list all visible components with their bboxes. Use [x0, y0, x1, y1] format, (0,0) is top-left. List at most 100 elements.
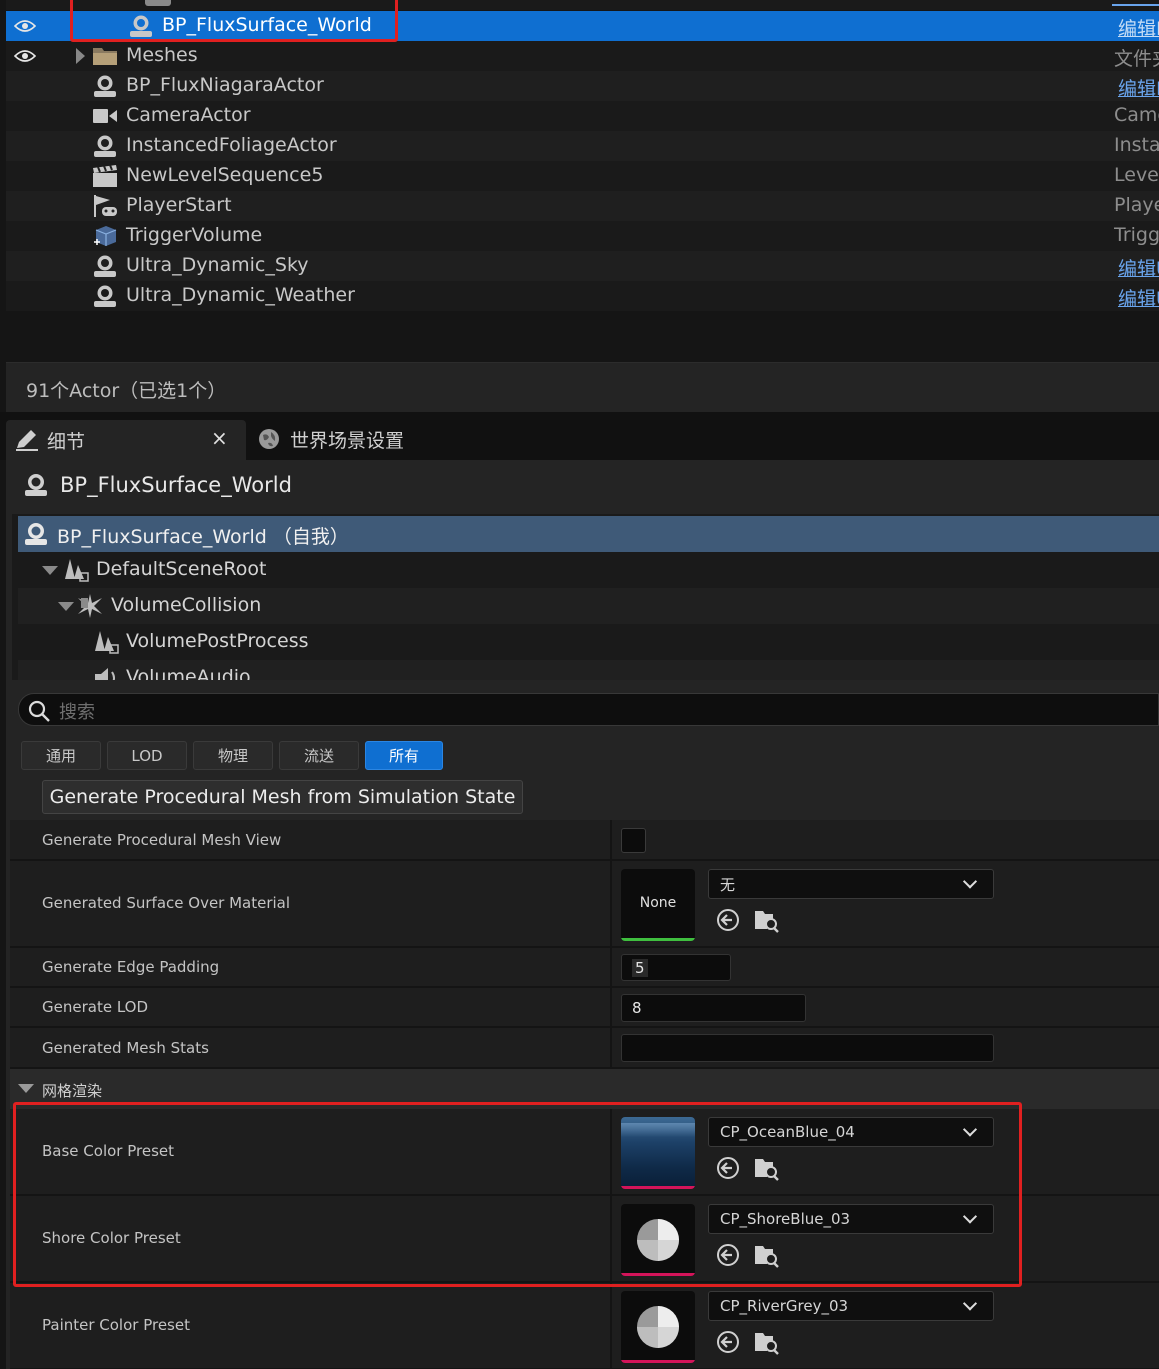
component-row-volumeaudio[interactable]: VolumeAudio	[18, 660, 1159, 680]
collision-icon	[78, 594, 102, 618]
component-label: DefaultSceneRoot	[96, 558, 267, 580]
browse-asset-icon[interactable]	[753, 1242, 779, 1268]
globe-icon	[259, 429, 279, 449]
browse-asset-icon[interactable]	[753, 1329, 779, 1355]
outliner-row-type: TriggerVolume	[1114, 224, 1159, 246]
outliner-row-type: 文件夹	[1114, 48, 1159, 70]
chevron-down-icon	[962, 874, 978, 889]
component-row-defaultsceneroot[interactable]: DefaultSceneRoot	[18, 552, 1159, 588]
asset-type-bar	[621, 1273, 695, 1276]
outliner-row-partial	[6, 0, 1159, 10]
prop-row-lod: Generate LOD 8	[10, 988, 1159, 1028]
section-header-mesh-rendering[interactable]: 网格渲染	[10, 1069, 1159, 1109]
preset-thumbnail[interactable]	[621, 1291, 695, 1363]
prop-row-color-preset: Shore Color Preset CP_ShoreBlue_03	[10, 1196, 1159, 1283]
outliner-row-type[interactable]: 编辑U	[1118, 254, 1159, 281]
search-placeholder: 搜索	[59, 702, 95, 723]
material-type-bar	[621, 938, 695, 941]
tab-world-settings[interactable]: 世界场景设置	[250, 420, 450, 460]
column-divider	[610, 948, 612, 986]
prop-label: Generate Procedural Mesh View	[42, 831, 282, 849]
use-selected-arrow-icon[interactable]	[715, 907, 741, 933]
tab-details[interactable]: 细节 ×	[6, 420, 246, 460]
column-divider	[610, 1109, 612, 1194]
scene-root-icon	[95, 631, 119, 654]
collapse-arrow-icon	[18, 1084, 34, 1093]
component-label: VolumePostProcess	[126, 630, 309, 652]
actor-icon	[92, 283, 118, 309]
mesh-view-checkbox[interactable]	[621, 828, 646, 853]
preset-dropdown-value: CP_RiverGrey_03	[720, 1297, 849, 1315]
column-divider	[610, 820, 612, 859]
mesh-stats-field[interactable]	[621, 1034, 994, 1062]
prop-label: Generate Edge Padding	[42, 958, 220, 976]
outliner-row-label: Meshes	[126, 44, 198, 66]
prop-label: Base Color Preset	[42, 1142, 174, 1160]
use-selected-arrow-icon[interactable]	[715, 1155, 741, 1181]
outliner-row-type: InstancedFoliageActor	[1114, 134, 1159, 156]
outliner-row[interactable]: NewLevelSequence5 LevelSequenceActor	[6, 161, 1159, 191]
outliner-row-label: TriggerVolume	[126, 224, 263, 246]
outliner-row[interactable]: BP_FluxNiagaraActor 编辑B	[6, 71, 1159, 101]
filter-general[interactable]: 通用	[21, 741, 101, 770]
component-row-self[interactable]: BP_FluxSurface_World （自我）	[18, 516, 1159, 552]
outliner-row-type: PlayerStart	[1114, 194, 1159, 216]
prop-row-surface-material: Generated Surface Over Material None 无	[10, 861, 1159, 948]
preset-dropdown[interactable]: CP_RiverGrey_03	[708, 1291, 994, 1321]
browse-asset-icon[interactable]	[753, 907, 779, 933]
column-divider	[610, 861, 612, 946]
outliner-row-label: PlayerStart	[126, 194, 232, 216]
outliner-row-type[interactable]: 编辑B	[1118, 14, 1159, 41]
outliner-row[interactable]: Ultra_Dynamic_Sky 编辑U	[6, 251, 1159, 281]
prop-label: Generate LOD	[42, 998, 149, 1016]
browse-asset-icon[interactable]	[753, 1155, 779, 1181]
material-dropdown-value: 无	[720, 875, 736, 894]
edge-padding-value: 5	[632, 958, 648, 977]
component-row-volumecollision[interactable]: VolumeCollision	[18, 588, 1159, 624]
actor-count-status: 91个Actor（已选1个）	[26, 380, 227, 402]
outliner-row[interactable]: Ultra_Dynamic_Weather 编辑U	[6, 281, 1159, 311]
outliner-row[interactable]: TriggerVolume TriggerVolume	[6, 221, 1159, 251]
expand-arrow-icon[interactable]	[76, 48, 85, 64]
tab-details-label: 细节	[47, 431, 86, 453]
close-icon[interactable]: ×	[211, 426, 228, 450]
filter-label: 流送	[303, 747, 334, 765]
visibility-eye-icon[interactable]	[14, 19, 36, 33]
visibility-eye-icon[interactable]	[14, 49, 36, 63]
component-label: VolumeCollision	[111, 594, 262, 616]
outliner-row[interactable]: CameraActor CameraActor	[6, 101, 1159, 131]
generate-mesh-button[interactable]: Generate Procedural Mesh from Simulation…	[42, 780, 523, 814]
search-box[interactable]: 搜索	[18, 693, 1159, 726]
pencil-icon	[16, 430, 38, 451]
preset-thumbnail[interactable]	[621, 1204, 695, 1276]
collapse-arrow-icon[interactable]	[58, 602, 74, 611]
use-selected-arrow-icon[interactable]	[715, 1242, 741, 1268]
prop-row-edge-padding: Generate Edge Padding 5	[10, 948, 1159, 988]
collapse-arrow-icon[interactable]	[42, 566, 58, 575]
outliner-row[interactable]: BP_FluxSurface_World 编辑B	[6, 11, 1159, 41]
outliner-row[interactable]: InstancedFoliageActor InstancedFoliageAct…	[6, 131, 1159, 161]
outliner-row[interactable]: PlayerStart PlayerStart	[6, 191, 1159, 221]
preset-thumbnail[interactable]	[621, 1117, 695, 1189]
edge-padding-input[interactable]: 5	[621, 954, 731, 981]
component-row-volumepostprocess[interactable]: VolumePostProcess	[18, 624, 1159, 660]
use-selected-arrow-icon[interactable]	[715, 1329, 741, 1355]
lod-input[interactable]: 8	[621, 994, 806, 1022]
preset-dropdown[interactable]: CP_ShoreBlue_03	[708, 1204, 994, 1234]
actor-icon	[92, 133, 118, 159]
outliner-row[interactable]: Meshes 文件夹	[6, 41, 1159, 71]
filter-streaming[interactable]: 流送	[279, 741, 359, 770]
material-thumbnail[interactable]: None	[621, 869, 695, 941]
outliner-row-type[interactable]: 编辑B	[1118, 74, 1159, 101]
search-icon	[28, 700, 50, 722]
outliner-status-bar: 91个Actor（已选1个）	[6, 362, 1159, 412]
material-dropdown[interactable]: 无	[708, 869, 994, 899]
outliner-row-type[interactable]: 编辑U	[1118, 284, 1159, 311]
filter-physics[interactable]: 物理	[193, 741, 273, 770]
preset-dropdown[interactable]: CP_OceanBlue_04	[708, 1117, 994, 1147]
lod-value: 8	[632, 999, 642, 1017]
tab-world-settings-label: 世界场景设置	[290, 430, 405, 452]
filter-lod[interactable]: LOD	[107, 741, 187, 770]
outliner-row-type: CameraActor	[1114, 104, 1159, 126]
filter-all[interactable]: 所有	[365, 741, 443, 770]
